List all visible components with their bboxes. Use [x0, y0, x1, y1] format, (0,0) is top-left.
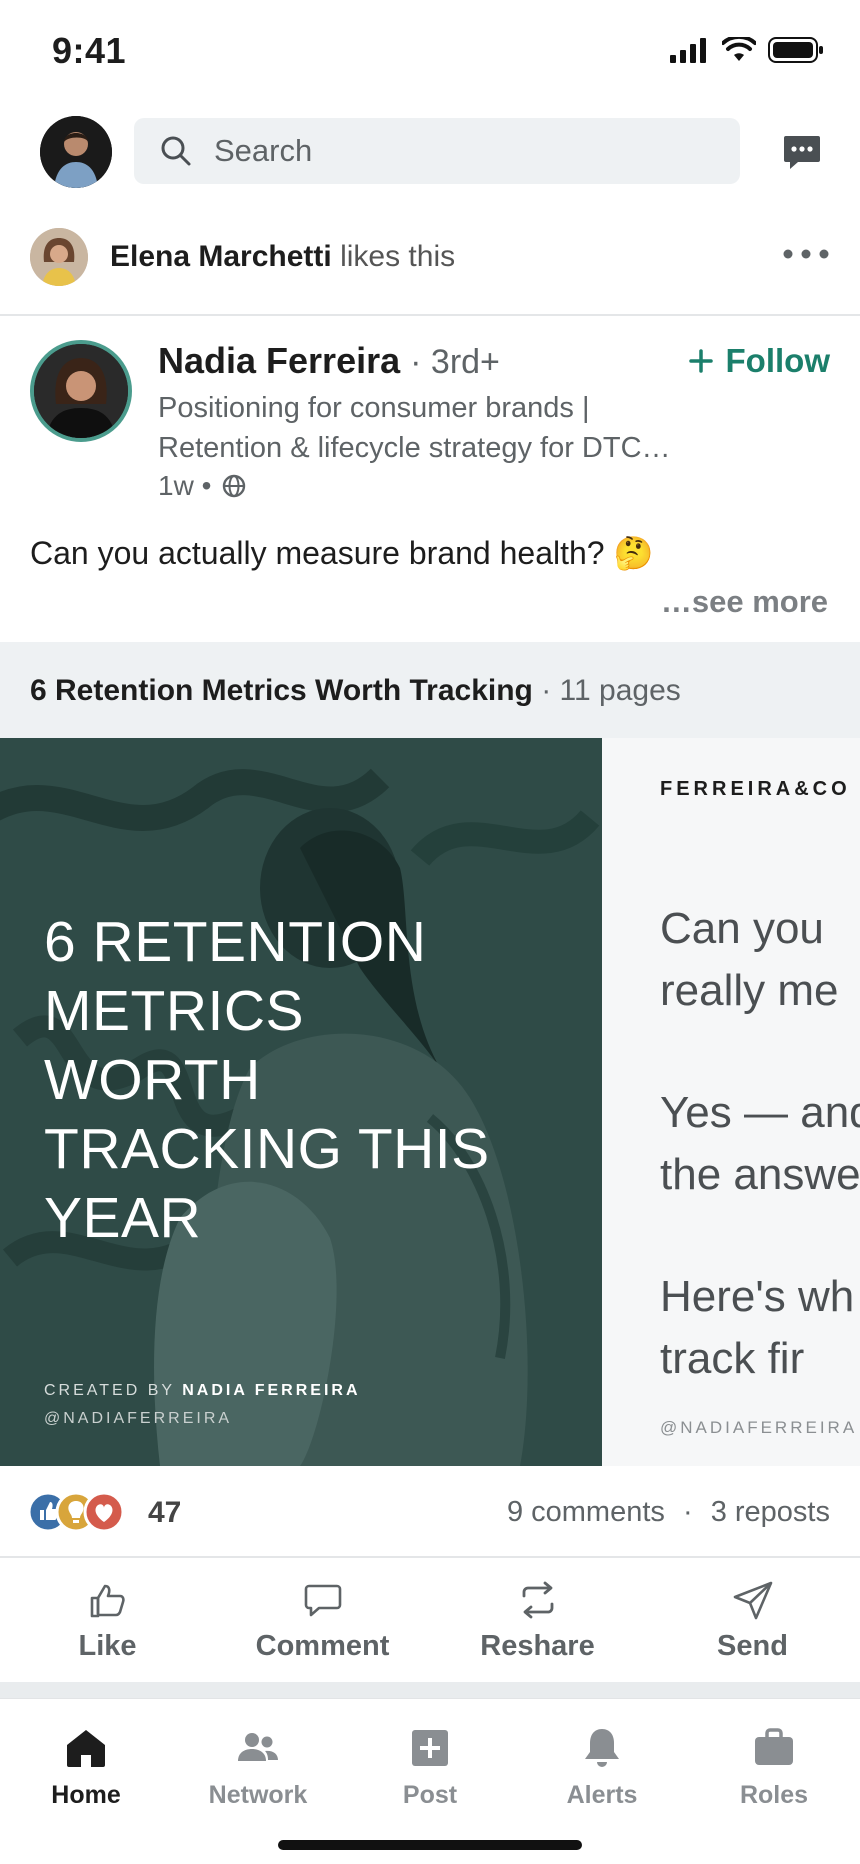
comment-icon	[304, 1584, 341, 1617]
globe-icon	[223, 474, 246, 498]
reactions-stack[interactable]	[28, 1490, 138, 1534]
reshare-label: Reshare	[480, 1630, 595, 1662]
carousel-slide-2[interactable]: FERREIRA&CO Can you really me Yes — and …	[602, 738, 860, 1466]
author-name-text: Nadia Ferreira	[158, 340, 401, 381]
connection-degree: · 3rd+	[410, 343, 500, 381]
signal-icon	[670, 38, 706, 63]
slide-handle: @NADIAFERREIRA	[660, 1418, 858, 1437]
nav-roles[interactable]: Roles	[688, 1699, 860, 1864]
plus-icon	[688, 349, 713, 373]
cover-credit: CREATED BY NADIA FERREIRA	[44, 1382, 361, 1400]
search-bar[interactable]: Search	[134, 118, 740, 184]
post-author: Nadia Ferreira · 3rd+ Positioning for co…	[30, 340, 830, 510]
slide-para-1-line-1: Can you	[660, 904, 824, 953]
briefcase-icon	[755, 1728, 793, 1765]
status-bar: 9:41	[0, 0, 860, 100]
follow-button[interactable]: Follow	[688, 342, 830, 380]
comments-count[interactable]: 9 comments	[507, 1496, 665, 1528]
message-icon[interactable]	[780, 130, 824, 174]
cover-headline: 6 RETENTION METRICS WORTH TRACKING THIS …	[44, 910, 490, 1250]
nav-alerts-label: Alerts	[566, 1781, 638, 1809]
reshare-button[interactable]: Reshare	[430, 1560, 645, 1680]
status-time: 9:41	[52, 30, 127, 71]
more-horizontal-icon[interactable]	[782, 246, 830, 262]
comment-button[interactable]: Comment	[215, 1560, 430, 1680]
slide-para-2-line-1: Yes — and	[660, 1088, 860, 1137]
document-pages: · 11 pages	[541, 674, 681, 707]
carousel-slide-cover[interactable]: 6 RETENTION METRICS WORTH TRACKING THIS …	[0, 738, 602, 1466]
slide-para-1-line-2: really me	[660, 966, 839, 1015]
slide-brand: FERREIRA&CO	[660, 778, 851, 800]
see-more-link[interactable]: …see more	[661, 584, 828, 620]
like-label: Like	[78, 1630, 137, 1662]
thumbs-up-icon	[90, 1584, 125, 1618]
search-icon	[161, 136, 191, 166]
profile-avatar[interactable]	[40, 116, 112, 188]
search-placeholder: Search	[214, 133, 313, 168]
context-action: likes this	[340, 240, 456, 273]
post-text: Can you actually measure brand health? 🤔	[30, 535, 654, 571]
wifi-icon	[722, 37, 756, 61]
nav-home-label: Home	[51, 1781, 121, 1809]
send-label: Send	[717, 1630, 788, 1662]
document-carousel[interactable]: 6 RETENTION METRICS WORTH TRACKING THIS …	[0, 738, 860, 1466]
social-counts: 47 9 comments · 3 reposts	[0, 1466, 860, 1558]
nav-network-label: Network	[208, 1781, 308, 1809]
slide-para-2-line-2: the answe	[660, 1150, 860, 1199]
home-indicator	[278, 1840, 582, 1850]
document-title: 6 Retention Metrics Worth Tracking	[30, 674, 533, 707]
social-context: Elena Marchetti likes this	[0, 226, 860, 316]
author-name[interactable]: Nadia Ferreira · 3rd+	[158, 340, 500, 382]
home-icon	[67, 1730, 105, 1767]
engagement-summary: 9 comments · 3 reposts	[507, 1496, 830, 1529]
reposts-count[interactable]: 3 reposts	[711, 1496, 830, 1528]
top-bar: Search	[0, 110, 860, 192]
author-avatar[interactable]	[30, 340, 132, 442]
post-actions: Like Comment Reshare Send	[0, 1560, 860, 1680]
bell-icon	[585, 1729, 619, 1767]
nav-home[interactable]: Home	[0, 1699, 172, 1864]
context-avatar[interactable]	[30, 228, 88, 286]
feed-divider	[0, 1682, 860, 1698]
reaction-count[interactable]: 47	[148, 1496, 181, 1530]
engagement-separator: ·	[682, 1496, 693, 1528]
slide-para-3-line-2: track fir	[660, 1334, 805, 1383]
author-headline: Positioning for consumer brands | Retent…	[158, 392, 671, 464]
send-button[interactable]: Send	[645, 1560, 860, 1680]
slide-para-3-line-1: Here's wh	[660, 1272, 855, 1321]
post-time: 1w •	[158, 470, 212, 501]
like-button[interactable]: Like	[0, 1560, 215, 1680]
repost-icon	[522, 1581, 553, 1619]
network-icon	[238, 1733, 278, 1761]
post-meta: 1w •	[158, 470, 247, 502]
context-actor[interactable]: Elena Marchetti	[110, 240, 332, 273]
post-icon	[412, 1730, 448, 1766]
follow-label: Follow	[725, 342, 830, 379]
comment-label: Comment	[255, 1630, 390, 1662]
credit-name: NADIA FERREIRA	[182, 1382, 361, 1399]
cover-handle: @NADIAFERREIRA	[44, 1410, 233, 1427]
nav-post-label: Post	[402, 1781, 458, 1809]
credit-prefix: CREATED BY	[44, 1382, 175, 1399]
context-text: Elena Marchetti likes this	[110, 240, 455, 274]
battery-icon	[768, 37, 823, 63]
document-header[interactable]: 6 Retention Metrics Worth Tracking · 11 …	[0, 642, 860, 738]
status-icons	[670, 36, 824, 64]
nav-roles-label: Roles	[739, 1781, 809, 1809]
send-icon	[733, 1581, 772, 1620]
